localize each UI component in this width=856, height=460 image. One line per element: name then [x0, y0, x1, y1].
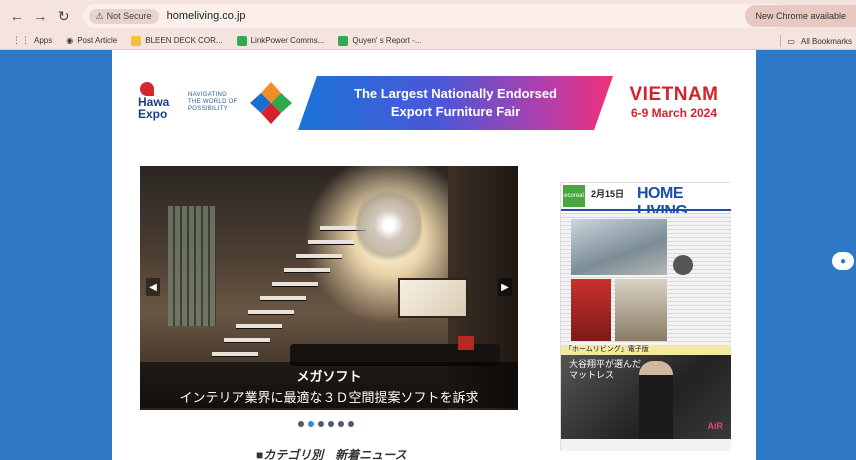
magazine-article-area [561, 213, 731, 345]
hero-slider[interactable]: ◀ ▶ メガソフト インテリア業界に最適な３Ｄ空間提案ソフトを訴求 [140, 166, 518, 410]
url-text[interactable]: homeliving.co.jp [167, 10, 246, 22]
slider-prev-button[interactable]: ◀ [146, 278, 160, 296]
bookmark-label: LinkPower Comms... [250, 36, 325, 45]
slider-dot[interactable] [298, 421, 304, 427]
magazine-seal-icon [673, 255, 693, 275]
compass-diamond-icon [250, 82, 292, 124]
bookmark-apps[interactable]: ⋮⋮ Apps [12, 35, 52, 46]
bookmark-quyen-report[interactable]: Quyen' s Report -... [338, 35, 422, 46]
magazine-photo-hall [571, 219, 667, 275]
magazine-ad-logo: AiR [707, 421, 724, 431]
magazine-cover[interactable]: ecoreal 2月15日 HOME LIVING 「ホームリビング」電子版 大… [560, 182, 731, 451]
sheets-icon [236, 35, 247, 46]
slide-title: メガソフト [296, 369, 362, 384]
slider-next-button[interactable]: ▶ [498, 278, 512, 296]
chevron-left-icon: ◀ [149, 281, 157, 293]
tagline-line-2: THE WORLD OF [188, 99, 238, 105]
magazine-digital-strip: 「ホームリビング」電子版 [561, 345, 731, 355]
magazine-ad-line-2: マットレス [569, 370, 615, 380]
banner-dates: 6-9 March 2024 [630, 106, 718, 120]
magazine-ad: 大谷翔平が選んだ マットレス AiR [561, 355, 731, 439]
bookmark-label: Post Article [77, 36, 118, 45]
folder-icon: ▭ [787, 36, 795, 46]
folder-icon [131, 35, 142, 46]
security-chip-label: Not Secure [106, 11, 152, 21]
reload-icon: ↻ [57, 7, 70, 24]
hawa-logo-line-2: Expo [138, 107, 168, 121]
slide-subtitle: インテリア業界に最適な３Ｄ空間提案ソフトを訴求 [179, 390, 479, 405]
drop-icon: ● [839, 255, 847, 267]
magazine-masthead: ecoreal 2月15日 HOME LIVING [561, 183, 731, 220]
slider-dot[interactable] [328, 421, 334, 427]
chevron-right-icon: ▶ [501, 281, 509, 293]
forward-button[interactable]: → [30, 5, 52, 27]
hawa-mark-icon [140, 82, 154, 96]
section-heading: ■カテゴリ別 新着ニュース [256, 448, 407, 460]
bookmark-label: BLEEN DECK COR... [145, 36, 223, 45]
banner-headline-2: Export Furniture Fair [390, 104, 521, 119]
back-button[interactable]: ← [6, 5, 28, 27]
slide-screen [398, 278, 468, 318]
warning-icon: ⚠ [95, 10, 104, 21]
slide-chandelier [356, 186, 422, 264]
bookmark-label: Quyen' s Report -... [352, 36, 422, 45]
bookmark-bleen-deck[interactable]: BLEEN DECK COR... [131, 35, 223, 46]
banner-headline-1: The Largest Nationally Endorsed [354, 86, 557, 101]
browser-toolbar: ← → ↻ ⚠ Not Secure homeliving.co.jp ⧉ ☆ … [0, 0, 856, 32]
bookmarks-separator [780, 35, 782, 47]
banner-tagline: NAVIGATING THE WORLD OF POSSIBILITY [188, 92, 238, 113]
tagline-line-3: POSSIBILITY [188, 106, 228, 112]
sheets-icon [338, 35, 349, 46]
slider-dot[interactable] [308, 421, 314, 427]
all-bookmarks-link[interactable]: All Bookmarks [801, 37, 852, 46]
magazine-issue-date: 2月15日 [591, 189, 625, 199]
tagline-line-1: NAVIGATING [188, 92, 228, 98]
magazine-badge: ecoreal [563, 185, 585, 207]
page-content: Hawa Expo NAVIGATING THE WORLD OF POSSIB… [112, 50, 756, 460]
security-chip[interactable]: ⚠ Not Secure [88, 8, 159, 24]
update-chrome-button[interactable]: New Chrome available [745, 5, 856, 27]
bookmark-label: Apps [34, 36, 53, 45]
globe-icon: ◉ [66, 36, 74, 45]
apps-grid-icon: ⋮⋮ [12, 35, 30, 45]
magazine-ad-line-1: 大谷翔平が選んだ [569, 359, 642, 369]
magazine-photo-booth [571, 279, 611, 341]
slide-red-chair [458, 336, 474, 350]
magazine-ad-person [639, 361, 673, 439]
slider-dot[interactable] [348, 421, 354, 427]
bookmarks-bar: ⋮⋮ Apps ◉ Post Article BLEEN DECK COR...… [0, 32, 856, 50]
bookmark-linkpower[interactable]: LinkPower Comms... [236, 35, 325, 46]
banner-country: VIETNAM [629, 84, 719, 105]
magazine-ad-text: 大谷翔平が選んだ マットレス [569, 359, 641, 381]
magazine-footer [561, 439, 731, 451]
slider-dot[interactable] [338, 421, 344, 427]
reload-button[interactable]: ↻ [53, 5, 75, 27]
bookmark-post-article[interactable]: ◉ Post Article [66, 36, 117, 45]
update-chrome-label: New Chrome available [755, 11, 846, 21]
arrow-left-icon: ← [9, 8, 24, 24]
banner-headline-panel: The Largest Nationally Endorsed Export F… [298, 76, 613, 130]
address-bar[interactable]: ⚠ Not Secure homeliving.co.jp ⧉ ☆ [82, 4, 787, 28]
hawa-expo-logo: Hawa Expo [138, 82, 184, 126]
slider-dot[interactable] [318, 421, 324, 427]
slider-pagination [298, 421, 354, 427]
arrow-right-icon: → [33, 8, 48, 24]
hawa-expo-banner[interactable]: Hawa Expo NAVIGATING THE WORLD OF POSSIB… [138, 74, 732, 134]
magazine-photo-interior [615, 279, 667, 341]
floating-extension-button[interactable]: ● [832, 252, 854, 270]
slide-caption[interactable]: メガソフト インテリア業界に最適な３Ｄ空間提案ソフトを訴求 [140, 362, 518, 408]
banner-location: VIETNAM 6-9 March 2024 [616, 84, 732, 120]
slide-window-element [168, 206, 216, 326]
